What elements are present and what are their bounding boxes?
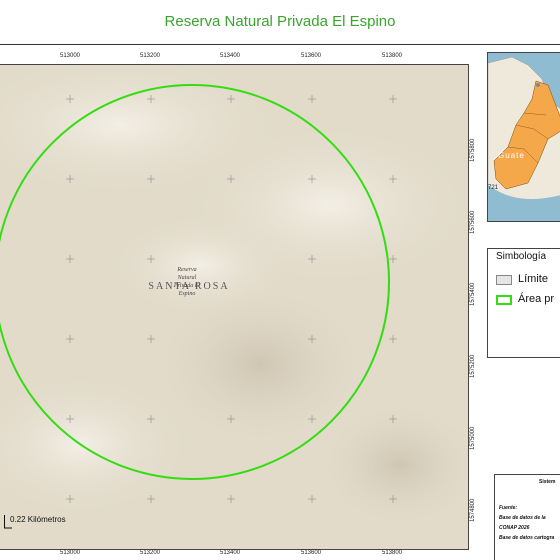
source-system-label: Sistem <box>539 479 556 485</box>
x-tick-top: 513600 <box>300 53 322 59</box>
x-tick-bottom: 513800 <box>381 550 403 556</box>
scale-bar-label: 0.22 Kilómetros <box>10 515 66 524</box>
x-tick-bottom: 513000 <box>59 550 81 556</box>
terrain-basemap: SANTA ROSA Reserva Natural Privada El Es… <box>0 65 468 549</box>
legend-item-label: Límite <box>518 273 548 285</box>
map-frame: 513000 513200 513400 513600 513800 SANTA… <box>0 52 480 560</box>
y-tick-right: 1575200 <box>470 354 476 378</box>
x-tick-bottom: 513400 <box>219 550 241 556</box>
source-fuente: Fuente: <box>499 505 518 511</box>
source-line: CONAP 2026 <box>499 525 530 531</box>
x-tick-top: 513400 <box>219 53 241 59</box>
legend-swatch <box>496 275 512 285</box>
map-canvas[interactable]: SANTA ROSA Reserva Natural Privada El Es… <box>0 64 469 550</box>
source-line: Base de datos cartogra <box>499 535 555 541</box>
x-tick-bottom: 513600 <box>300 550 322 556</box>
source-line: Base de datos de la <box>499 515 546 521</box>
map-title: Reserva Natural Privada El Espino <box>164 13 396 30</box>
reserve-label-line: Natural <box>177 275 197 281</box>
inset-small-label: 721 <box>488 185 499 191</box>
inset-country-label: Guate <box>498 151 525 160</box>
reserve-label-line: Privada El <box>173 283 200 289</box>
location-inset-map[interactable]: Guate 721 <box>487 52 560 222</box>
legend-title: Simbología <box>496 251 547 262</box>
x-tick-bottom: 513200 <box>139 550 161 556</box>
source-box: Sistem Fuente: Base de datos de la CONAP… <box>494 474 560 560</box>
legend: Simbología Límite Área pr <box>487 248 560 358</box>
y-tick-right: 1575400 <box>470 282 476 306</box>
x-tick-top: 513200 <box>139 53 161 59</box>
y-tick-right: 1575600 <box>470 210 476 234</box>
legend-swatch <box>496 295 512 305</box>
legend-item-label: Área pr <box>518 293 555 305</box>
inset-country-graphic <box>488 53 560 221</box>
x-tick-top: 513800 <box>381 53 403 59</box>
y-tick-right: 1575000 <box>470 426 476 450</box>
x-tick-top: 513000 <box>59 53 81 59</box>
reserve-label-line: Reserva <box>176 267 196 273</box>
y-tick-right: 1574800 <box>470 498 476 522</box>
reserve-label-line: Espino <box>178 291 196 297</box>
y-tick-right: 1575800 <box>470 138 476 162</box>
title-bar: Reserva Natural Privada El Espino <box>0 0 560 45</box>
